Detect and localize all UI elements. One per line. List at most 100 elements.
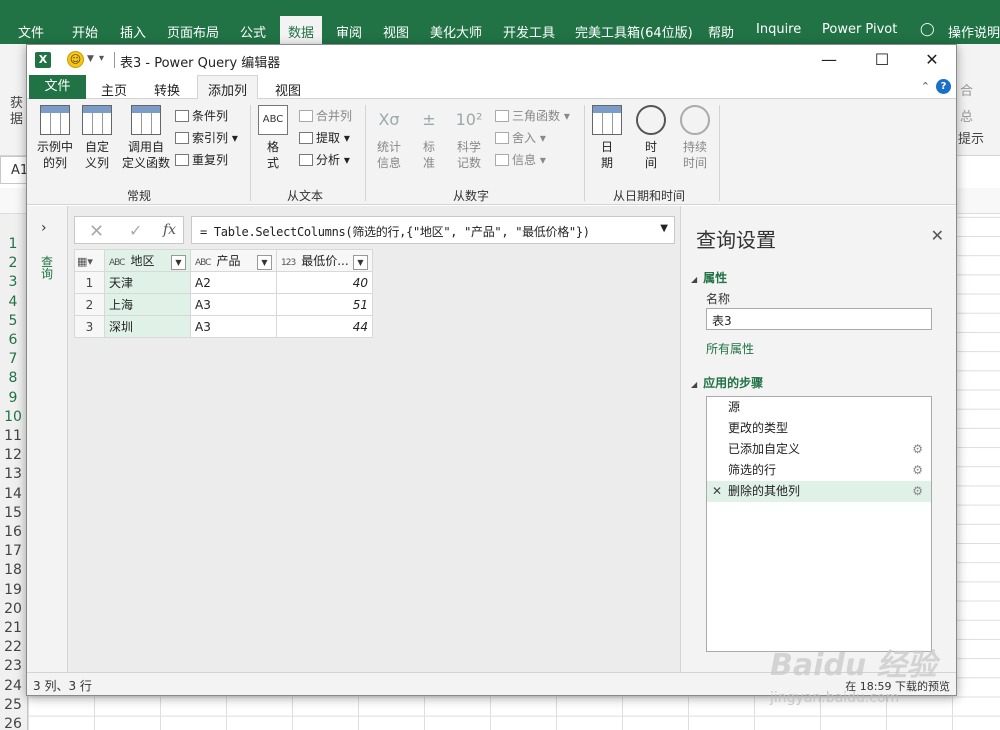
formula-text[interactable]: = Table.SelectColumns(筛选的行,{"地区", "产品", … <box>200 223 590 240</box>
excel-row-number[interactable]: 26 <box>0 716 26 730</box>
excel-row-number[interactable]: 3 <box>0 274 26 290</box>
table-row[interactable]: 2 上海 A3 51 <box>74 293 373 316</box>
excel-row-number[interactable]: 11 <box>0 428 26 444</box>
index-column-button[interactable]: 索引列 ▾ <box>175 129 238 146</box>
minimize-button[interactable]: — <box>814 49 844 71</box>
queries-pane-label[interactable]: 查询 <box>41 256 55 280</box>
excel-row-number[interactable]: 1 <box>0 236 26 252</box>
statistics-button[interactable]: Xσ 统计 信息 <box>371 105 407 171</box>
close-button[interactable]: ✕ <box>917 49 947 71</box>
excel-row-number[interactable]: 4 <box>0 294 26 310</box>
properties-section-header[interactable]: ◢ 属性 <box>691 269 727 286</box>
excel-row-number[interactable]: 13 <box>0 466 26 482</box>
filter-dropdown-icon[interactable]: ▼ <box>257 254 272 270</box>
excel-tab-view[interactable]: 视图 <box>383 22 409 41</box>
column-from-examples-button[interactable]: 示例中 的列 <box>33 105 77 171</box>
help-icon[interactable]: ? <box>936 79 951 94</box>
table-row[interactable]: 1 天津 A2 40 <box>74 271 373 294</box>
tab-view[interactable]: 视图 <box>275 80 301 99</box>
rounding-button[interactable]: 舍入 ▾ <box>495 129 546 146</box>
number-type-icon[interactable]: 123 <box>281 258 296 268</box>
excel-tab-tellme[interactable]: 操作说明 <box>948 22 1000 41</box>
excel-tab-toolbox[interactable]: 完美工具箱(64位版) <box>575 22 693 41</box>
standard-button[interactable]: ± 标 准 <box>413 105 445 171</box>
filter-dropdown-icon[interactable]: ▼ <box>353 254 368 270</box>
excel-row-number[interactable]: 2 <box>0 255 26 271</box>
excel-tab-help[interactable]: 帮助 <box>708 22 734 41</box>
excel-tab-insert[interactable]: 插入 <box>120 22 146 41</box>
applied-steps-section-header[interactable]: ◢ 应用的步骤 <box>691 374 763 391</box>
feedback-smiley-icon[interactable]: ☺ <box>67 51 84 68</box>
excel-row-number[interactable]: 21 <box>0 620 26 636</box>
excel-row-number[interactable]: 8 <box>0 370 26 386</box>
time-button[interactable]: 时 间 <box>633 105 669 171</box>
column-header-region[interactable]: ABC 地区 ▼ <box>104 249 191 272</box>
step-added-custom[interactable]: 已添加自定义 ⚙ <box>707 439 931 460</box>
excel-tab-developer[interactable]: 开发工具 <box>503 22 555 41</box>
extract-button[interactable]: 提取 ▾ <box>299 129 350 146</box>
cell-region[interactable]: 上海 <box>104 293 191 316</box>
row-number[interactable]: 2 <box>74 293 105 316</box>
excel-row-number[interactable]: 17 <box>0 543 26 559</box>
step-changed-type[interactable]: 更改的类型 <box>707 418 931 439</box>
row-number[interactable]: 3 <box>74 315 105 338</box>
cell-price[interactable]: 44 <box>276 315 373 338</box>
excel-row-number[interactable]: 24 <box>0 678 26 694</box>
chevron-right-icon[interactable]: › <box>41 220 47 236</box>
filter-dropdown-icon[interactable]: ▼ <box>171 254 186 270</box>
chevron-down-icon[interactable]: ▼ <box>660 223 668 234</box>
cell-price[interactable]: 51 <box>276 293 373 316</box>
excel-row-number[interactable]: 19 <box>0 582 26 598</box>
format-button[interactable]: ABC 格 式 <box>257 105 289 171</box>
column-header-product[interactable]: ABC 产品 ▼ <box>190 249 277 272</box>
cell-product[interactable]: A3 <box>190 315 277 338</box>
text-type-icon[interactable]: ABC <box>195 258 212 268</box>
excel-tab-powerpivot[interactable]: Power Pivot <box>822 22 897 37</box>
excel-row-number[interactable]: 25 <box>0 697 26 713</box>
step-removed-other-columns[interactable]: ✕ 删除的其他列 ⚙ <box>707 481 931 502</box>
cell-product[interactable]: A3 <box>190 293 277 316</box>
step-source[interactable]: 源 <box>707 397 931 418</box>
maximize-button[interactable]: ☐ <box>867 49 897 71</box>
gear-icon[interactable]: ⚙ <box>912 439 923 460</box>
close-icon[interactable]: ✕ <box>931 226 944 245</box>
cell-region[interactable]: 天津 <box>104 271 191 294</box>
scientific-button[interactable]: 10² 科学 记数 <box>451 105 487 171</box>
excel-row-number[interactable]: 5 <box>0 313 26 329</box>
excel-row-number[interactable]: 15 <box>0 505 26 521</box>
gear-icon[interactable]: ⚙ <box>912 460 923 481</box>
excel-tab-file[interactable]: 文件 <box>18 22 44 41</box>
cancel-icon[interactable]: ✕ <box>89 221 104 242</box>
excel-row-number[interactable]: 7 <box>0 351 26 367</box>
tab-home[interactable]: 主页 <box>101 80 127 99</box>
cell-product[interactable]: A2 <box>190 271 277 294</box>
excel-tab-layout[interactable]: 页面布局 <box>167 22 219 41</box>
excel-row-number[interactable]: 18 <box>0 562 26 578</box>
excel-tab-inquire[interactable]: Inquire <box>756 22 801 37</box>
excel-row-number[interactable]: 14 <box>0 486 26 502</box>
duration-button[interactable]: 持续 时间 <box>675 105 715 171</box>
qat-customize-icon[interactable]: ▾ <box>99 53 104 64</box>
custom-column-button[interactable]: 自定 义列 <box>80 105 114 171</box>
information-button[interactable]: 信息 ▾ <box>495 151 546 168</box>
text-type-icon[interactable]: ABC <box>109 258 126 268</box>
excel-row-number[interactable]: 10 <box>0 409 26 425</box>
delete-step-icon[interactable]: ✕ <box>712 481 722 502</box>
excel-row-number[interactable]: 23 <box>0 658 26 674</box>
date-button[interactable]: 日 期 <box>589 105 625 171</box>
tab-transform[interactable]: 转换 <box>154 80 180 99</box>
excel-tab-beautify[interactable]: 美化大师 <box>430 22 482 41</box>
table-menu-button[interactable]: ▦▾ <box>74 249 105 272</box>
cell-region[interactable]: 深圳 <box>104 315 191 338</box>
gear-icon[interactable]: ⚙ <box>912 481 923 502</box>
excel-row-number[interactable]: 12 <box>0 447 26 463</box>
excel-row-number[interactable]: 16 <box>0 524 26 540</box>
duplicate-column-button[interactable]: 重复列 <box>175 151 228 168</box>
merge-columns-button[interactable]: 合并列 <box>299 107 352 124</box>
query-name-input[interactable]: 表3 <box>706 308 932 330</box>
trigonometry-button[interactable]: 三角函数 ▾ <box>495 107 570 124</box>
chevron-up-icon[interactable]: ⌃ <box>921 80 930 93</box>
formula-bar[interactable]: = Table.SelectColumns(筛选的行,{"地区", "产品", … <box>191 216 675 244</box>
excel-row-number[interactable]: 22 <box>0 639 26 655</box>
excel-row-number[interactable]: 9 <box>0 390 26 406</box>
